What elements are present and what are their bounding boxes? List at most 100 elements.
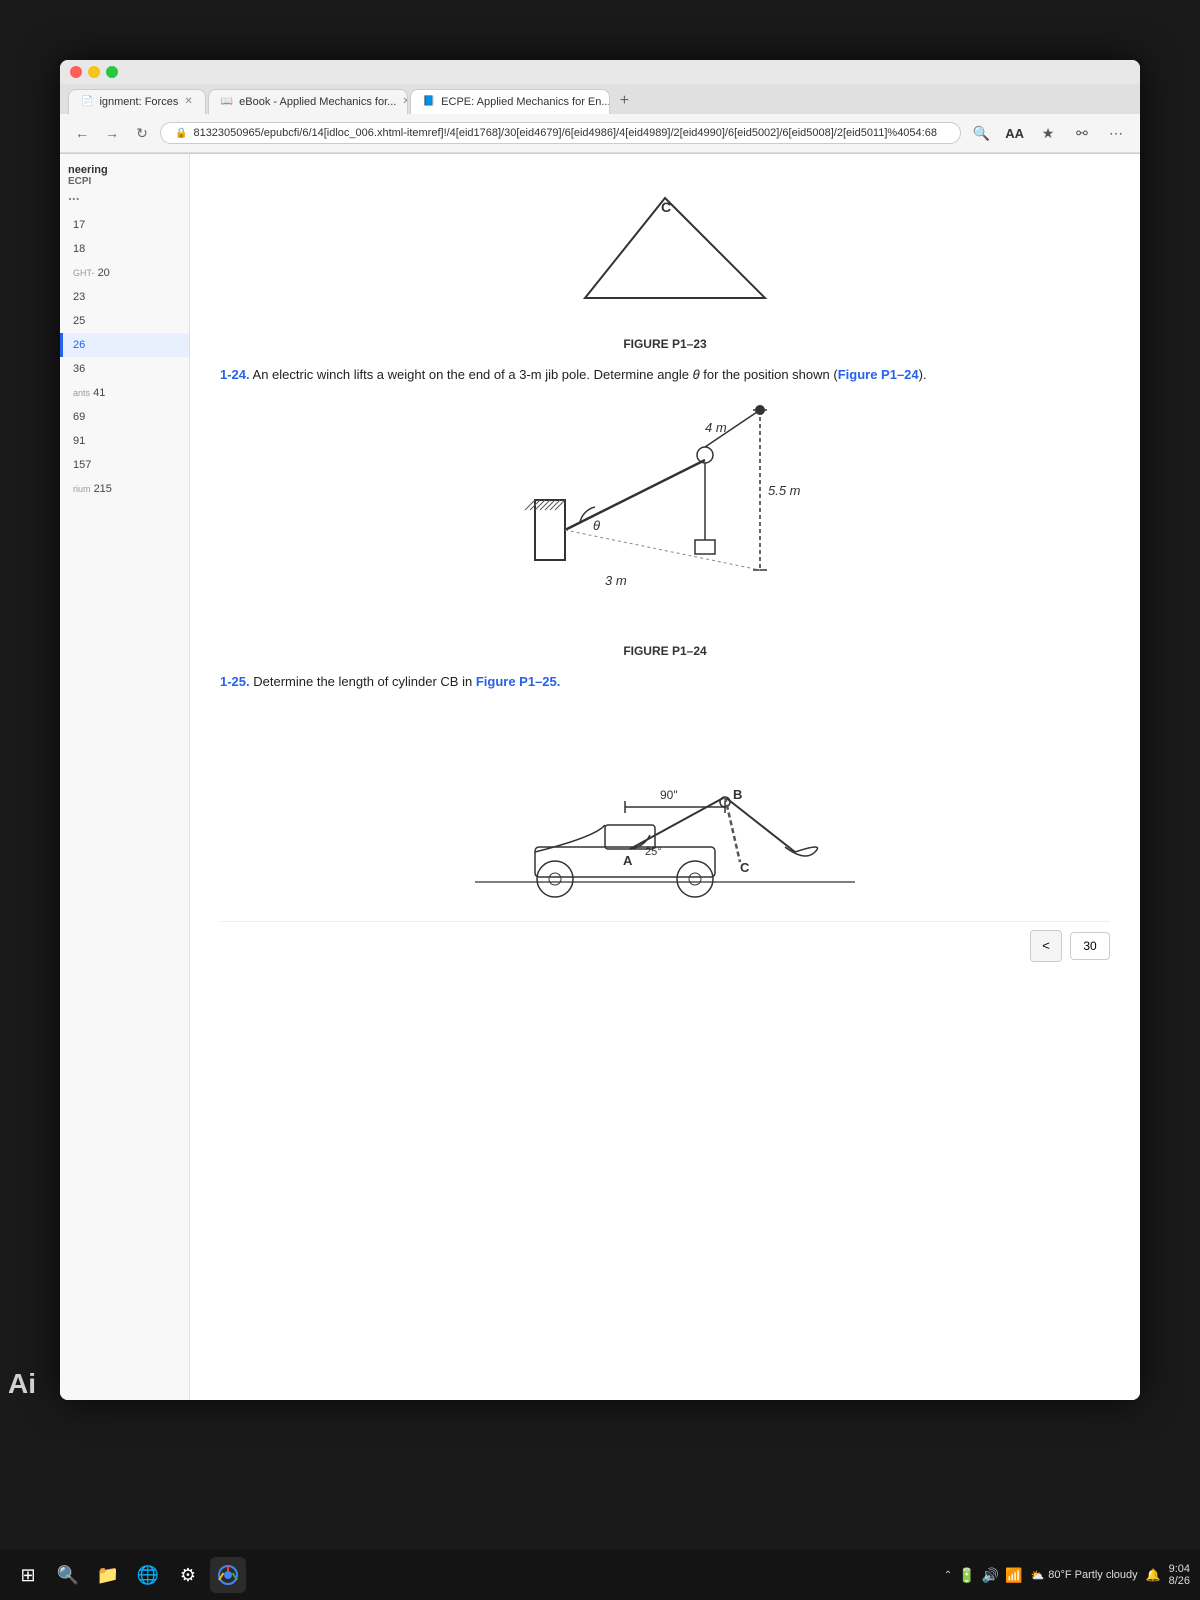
sidebar-item-18-label: 18	[73, 243, 85, 255]
prev-page-button[interactable]: <	[1030, 930, 1062, 962]
svg-text:B: B	[733, 787, 742, 802]
sidebar-item-36[interactable]: 36	[60, 357, 189, 381]
close-button[interactable]	[70, 66, 82, 78]
extensions-button[interactable]: ⚯	[1068, 119, 1096, 147]
sidebar-header: neering ECPI ...	[60, 154, 189, 213]
forward-button[interactable]: →	[100, 121, 124, 145]
figure-p1-23-container: C	[220, 188, 1110, 323]
new-tab-button[interactable]: +	[612, 88, 637, 114]
figure-p1-24-ref[interactable]: Figure P1–24	[838, 367, 919, 382]
tab2-close[interactable]: ✕	[402, 96, 407, 107]
svg-text:θ: θ	[593, 518, 600, 533]
title-bar	[60, 60, 1140, 84]
figure-p1-24-svg: 3 m 4 m 5.5 m θ	[505, 400, 825, 630]
sidebar-item-rium-215[interactable]: rium 215	[60, 477, 189, 501]
sidebar-item-ght-20[interactable]: GHT- 20	[60, 261, 189, 285]
tab1-close[interactable]: ✕	[184, 96, 192, 107]
sidebar-title: neering	[68, 164, 181, 176]
volume-icon[interactable]: 🔊	[982, 1567, 999, 1584]
time-date[interactable]: 9:04 8/26	[1169, 1563, 1190, 1587]
sidebar-item-91[interactable]: 91	[60, 429, 189, 453]
address-text: 81323050965/epubcfi/6/14[idloc_006.xhtml…	[193, 127, 937, 139]
settings-taskbar-button[interactable]: ⚙	[170, 1557, 206, 1593]
taskbar-right: ⌃ 🔋 🔊 📶 ⛅ 80°F Partly cloudy 🔔 9:04 8/26	[944, 1563, 1190, 1587]
tab3-favicon: 📘	[423, 96, 435, 107]
browser-taskbar-button[interactable]: 🌐	[130, 1557, 166, 1593]
sidebar-item-23-label: 23	[73, 291, 85, 303]
tab1-favicon: 📄	[81, 96, 93, 107]
sidebar-item-26-label: 26	[73, 339, 85, 351]
wifi-icon[interactable]: 📶	[1005, 1567, 1022, 1584]
textbook-main[interactable]: C FIGURE P1–23 1-24. An electric winch l…	[190, 154, 1140, 1400]
system-tray-icons: ⌃ 🔋 🔊 📶	[944, 1567, 1023, 1584]
sidebar-item-36-label: 36	[73, 363, 85, 375]
tray-arrow[interactable]: ⌃	[944, 1570, 952, 1581]
reload-button[interactable]: ↻	[130, 121, 154, 145]
sidebar-item-ght-prefix: GHT-	[73, 268, 95, 278]
favorites-button[interactable]: ★	[1034, 119, 1062, 147]
problem-1-24-description: An electric winch lifts a weight on the …	[253, 367, 927, 382]
svg-text:3 m: 3 m	[605, 573, 627, 588]
svg-text:C: C	[661, 199, 671, 215]
search-button[interactable]: 🔍	[967, 119, 995, 147]
tab2-favicon: 📖	[221, 96, 233, 107]
battery-icon: 🔋	[958, 1567, 975, 1584]
sidebar-subtitle: ECPI	[68, 176, 181, 187]
figure-p1-25-container: 90" B A C	[220, 707, 1110, 907]
sidebar-item-157-label: 157	[73, 459, 91, 471]
chrome-taskbar-button[interactable]	[210, 1557, 246, 1593]
tabs-bar: 📄 ignment: Forces ✕ 📖 eBook - Applied Me…	[60, 84, 1140, 114]
taskbar: ⊞ 🔍 📁 🌐 ⚙ ⌃ 🔋 🔊 📶 ⛅ 80°F Partly cloudy 🔔	[0, 1550, 1200, 1600]
sidebar-item-18[interactable]: 18	[60, 237, 189, 261]
sidebar-item-17-label: 17	[73, 219, 85, 231]
browser-actions: 🔍 AA ★ ⚯ ⋯	[967, 119, 1130, 147]
sidebar-item-20-label: 20	[98, 267, 110, 279]
tab1-label: ignment: Forces	[99, 96, 178, 108]
problem-1-25-text: 1-25. Determine the length of cylinder C…	[220, 672, 1110, 693]
svg-text:4 m: 4 m	[705, 420, 727, 435]
maximize-button[interactable]	[106, 66, 118, 78]
clock-date: 8/26	[1169, 1575, 1190, 1587]
sidebar-more-icon[interactable]: ...	[68, 187, 181, 203]
sidebar: neering ECPI ... 17 18 GHT- 20 23 25 26 …	[60, 154, 190, 1400]
sidebar-item-157[interactable]: 157	[60, 453, 189, 477]
sidebar-item-25-label: 25	[73, 315, 85, 327]
weather-text: 80°F Partly cloudy	[1048, 1569, 1137, 1581]
sidebar-item-69[interactable]: 69	[60, 405, 189, 429]
notifications-icon[interactable]: 🔔	[1146, 1568, 1161, 1582]
sidebar-item-26[interactable]: 26	[60, 333, 189, 357]
problem-1-25-description: Determine the length of cylinder CB in F…	[253, 674, 560, 689]
sidebar-item-25[interactable]: 25	[60, 309, 189, 333]
minimize-button[interactable]	[88, 66, 100, 78]
clock-time: 9:04	[1169, 1563, 1190, 1575]
svg-text:25°: 25°	[645, 846, 662, 858]
content-area: neering ECPI ... 17 18 GHT- 20 23 25 26 …	[60, 154, 1140, 1400]
page-nav: < 30	[220, 921, 1110, 970]
tab-ecpe-active[interactable]: 📘 ECPE: Applied Mechanics for En... ✕	[410, 89, 610, 114]
sidebar-item-91-label: 91	[73, 435, 85, 447]
tab-ebook-applied[interactable]: 📖 eBook - Applied Mechanics for... ✕	[208, 89, 408, 114]
address-box[interactable]: 🔒 81323050965/epubcfi/6/14[idloc_006.xht…	[160, 122, 961, 144]
tab3-label: ECPE: Applied Mechanics for En...	[441, 96, 610, 108]
search-taskbar-button[interactable]: 🔍	[50, 1557, 86, 1593]
figure-p1-25-ref[interactable]: Figure P1–25.	[476, 674, 561, 689]
more-button[interactable]: ⋯	[1102, 119, 1130, 147]
file-explorer-button[interactable]: 📁	[90, 1557, 126, 1593]
sidebar-item-41-label: 41	[93, 387, 105, 399]
back-button[interactable]: ←	[70, 121, 94, 145]
sidebar-item-rium-prefix: rium	[73, 484, 91, 494]
problem-1-24-number: 1-24.	[220, 367, 250, 382]
problem-1-24-text: 1-24. An electric winch lifts a weight o…	[220, 365, 1110, 386]
weather-info: ⛅ 80°F Partly cloudy	[1031, 1569, 1138, 1582]
svg-text:5.5 m: 5.5 m	[768, 483, 801, 498]
tab-assignment-forces[interactable]: 📄 ignment: Forces ✕	[68, 89, 206, 114]
lock-icon: 🔒	[175, 128, 187, 139]
windows-button[interactable]: ⊞	[10, 1557, 46, 1593]
address-bar-row: ← → ↻ 🔒 81323050965/epubcfi/6/14[idloc_0…	[60, 114, 1140, 153]
sidebar-item-17[interactable]: 17	[60, 213, 189, 237]
sidebar-item-ants-41[interactable]: ants 41	[60, 381, 189, 405]
reader-view-button[interactable]: AA	[1001, 124, 1028, 143]
figure-p1-24-container: 3 m 4 m 5.5 m θ	[220, 400, 1110, 630]
sidebar-item-23[interactable]: 23	[60, 285, 189, 309]
sidebar-item-ants-prefix: ants	[73, 388, 90, 398]
